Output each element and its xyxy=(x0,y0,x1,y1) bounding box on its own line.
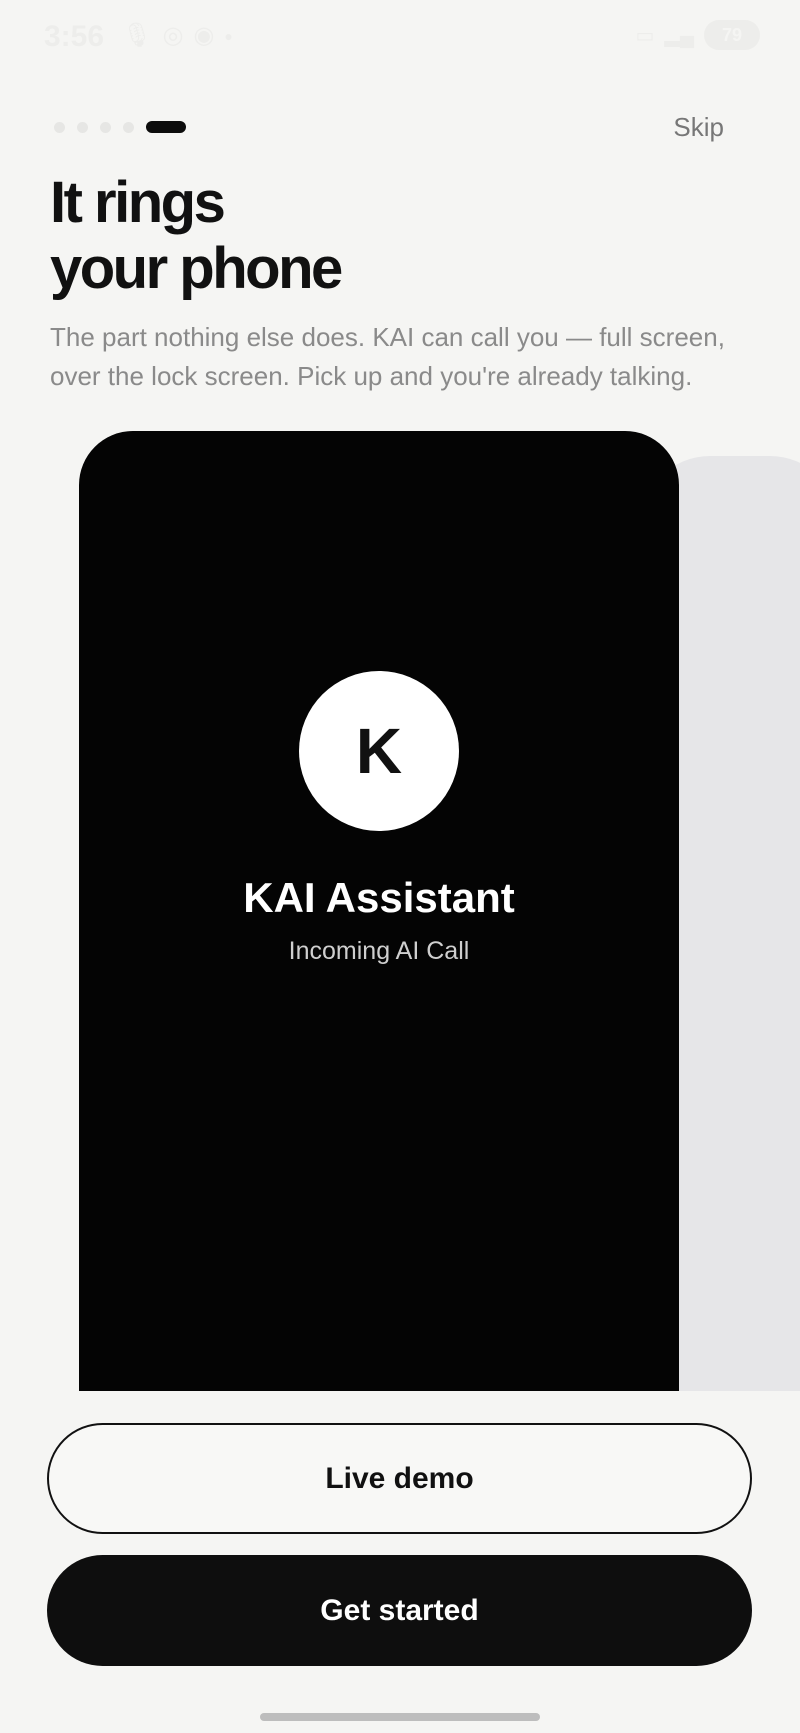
progress-dot xyxy=(100,121,111,133)
page-title: It rings your phone xyxy=(50,170,343,302)
status-bar: 3:56 🎙 ◎ ◉ ● ▭ ▂▄ 79 xyxy=(0,0,800,72)
call-status: Incoming AI Call xyxy=(288,937,470,965)
battery-icon: 79 xyxy=(704,20,760,50)
status-icons-left: 🎙 ◎ ◉ ● xyxy=(122,22,233,50)
progress-dot-active xyxy=(146,121,186,133)
progress-dot xyxy=(123,121,134,133)
title-line-1: It rings xyxy=(50,170,226,235)
caller-avatar: K xyxy=(299,671,459,831)
avatar-letter: K xyxy=(355,715,403,787)
title-line-2: your phone xyxy=(50,236,343,301)
page-description: The part nothing else does. KAI can call… xyxy=(50,322,725,391)
mic-icon: 🎙 xyxy=(122,22,153,49)
progress-dot xyxy=(54,121,65,133)
instagram-icon: ◎ xyxy=(162,22,184,49)
caller-name: KAI Assistant xyxy=(243,874,515,921)
onboarding-progress xyxy=(54,121,186,133)
live-demo-button[interactable]: Live demo xyxy=(47,1423,752,1534)
sim-icon: ▭ xyxy=(635,24,655,47)
battery-level: 79 xyxy=(721,24,743,45)
skip-button[interactable]: Skip xyxy=(673,112,724,143)
status-time: 3:56 xyxy=(44,20,105,53)
progress-dot xyxy=(77,121,88,133)
home-indicator[interactable] xyxy=(260,1713,540,1721)
dot-icon: ● xyxy=(224,28,233,44)
snapchat-icon: ◉ xyxy=(193,22,215,49)
incoming-call-preview: K KAI Assistant Incoming AI Call xyxy=(79,431,679,1391)
status-icons-right: ▭ ▂▄ 79 xyxy=(636,20,760,50)
signal-icon: ▂▄ xyxy=(664,24,694,47)
get-started-button[interactable]: Get started xyxy=(47,1555,752,1666)
